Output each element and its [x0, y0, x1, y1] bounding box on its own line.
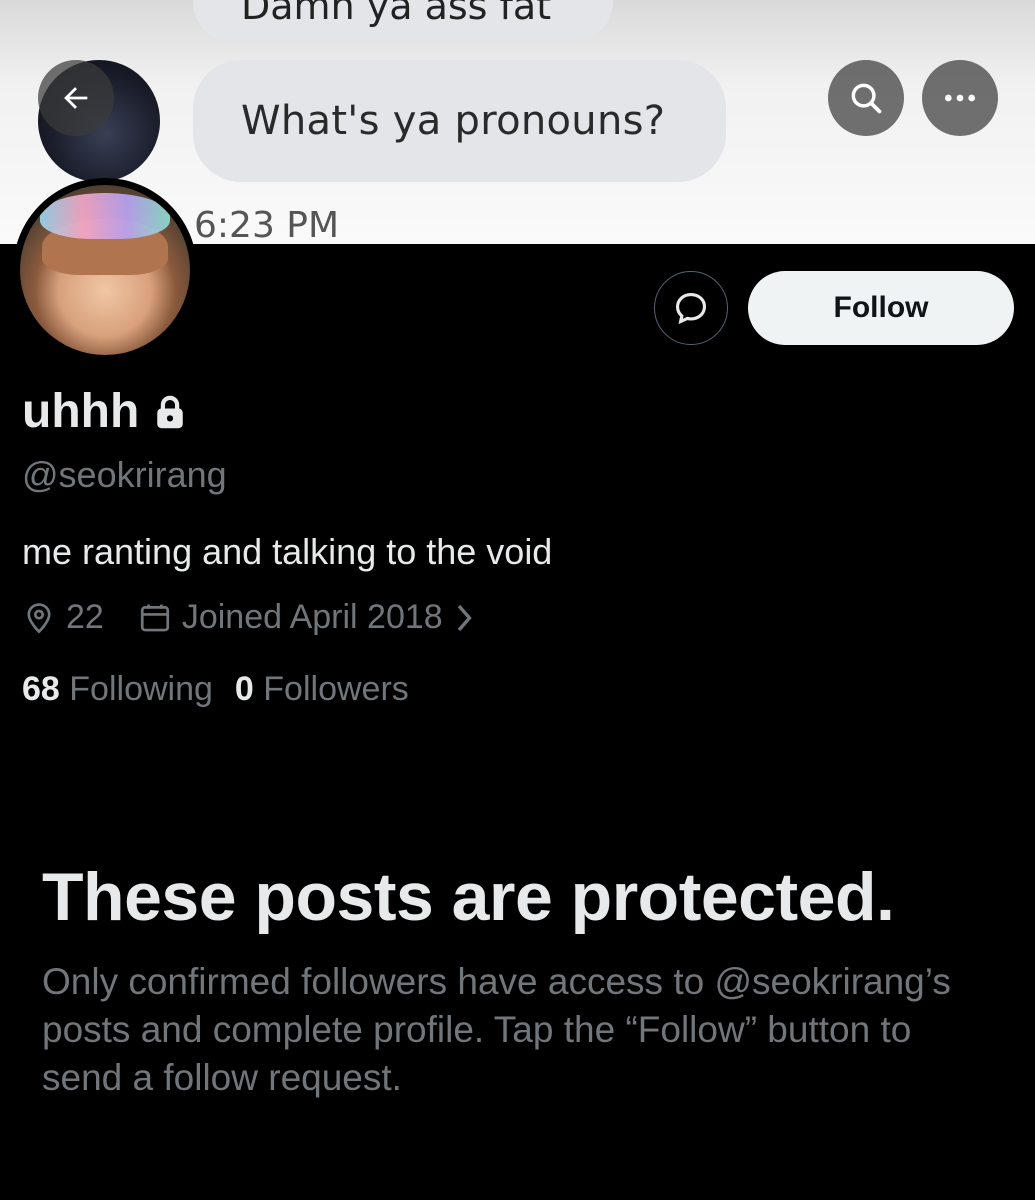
- joined-item[interactable]: Joined April 2018: [138, 598, 477, 637]
- location-text: 22: [66, 598, 104, 636]
- chat-timestamp: 6:23 PM: [194, 205, 340, 244]
- follow-button[interactable]: Follow: [748, 271, 1014, 345]
- chat-bubble-partial: Damn ya ass fat: [193, 0, 613, 42]
- profile-bio: me ranting and talking to the void: [22, 531, 553, 572]
- profile-stats: 68 Following 0 Followers: [22, 670, 409, 709]
- followers-link[interactable]: 0 Followers: [235, 670, 409, 709]
- following-count: 68: [22, 670, 60, 708]
- profile-avatar-image: [20, 185, 190, 355]
- followers-label: Followers: [263, 670, 409, 708]
- message-button[interactable]: [654, 271, 728, 345]
- joined-text: Joined April 2018: [181, 598, 443, 636]
- chevron-right-icon: [457, 604, 472, 631]
- protected-title: These posts are protected.: [42, 859, 895, 935]
- chat-bubble: What's ya pronouns?: [193, 60, 726, 182]
- back-button[interactable]: [38, 60, 114, 136]
- more-icon: [945, 94, 975, 102]
- search-button[interactable]: [828, 60, 904, 136]
- lock-icon: [157, 395, 184, 428]
- following-link[interactable]: 68 Following: [22, 670, 213, 709]
- chat-bubble-partial-text: Damn ya ass fat: [241, 0, 552, 28]
- protected-description: Only confirmed followers have access to …: [42, 961, 951, 1098]
- profile-avatar[interactable]: [13, 178, 197, 362]
- location-pin-icon: [27, 602, 51, 633]
- followers-count: 0: [234, 670, 254, 708]
- message-icon: [675, 292, 707, 325]
- back-arrow-icon: [64, 87, 88, 109]
- location-item: 22: [22, 598, 104, 637]
- profile-handle: @seokrirang: [22, 454, 227, 495]
- following-label: Following: [69, 670, 213, 708]
- calendar-icon: [140, 604, 169, 631]
- profile-meta: 22 Joined April 2018: [22, 598, 477, 637]
- more-options-button[interactable]: [922, 60, 998, 136]
- search-icon: [851, 83, 882, 114]
- display-name: uhhh: [22, 385, 140, 438]
- display-name-row: uhhh: [22, 384, 187, 439]
- chat-bubble-text: What's ya pronouns?: [241, 98, 666, 144]
